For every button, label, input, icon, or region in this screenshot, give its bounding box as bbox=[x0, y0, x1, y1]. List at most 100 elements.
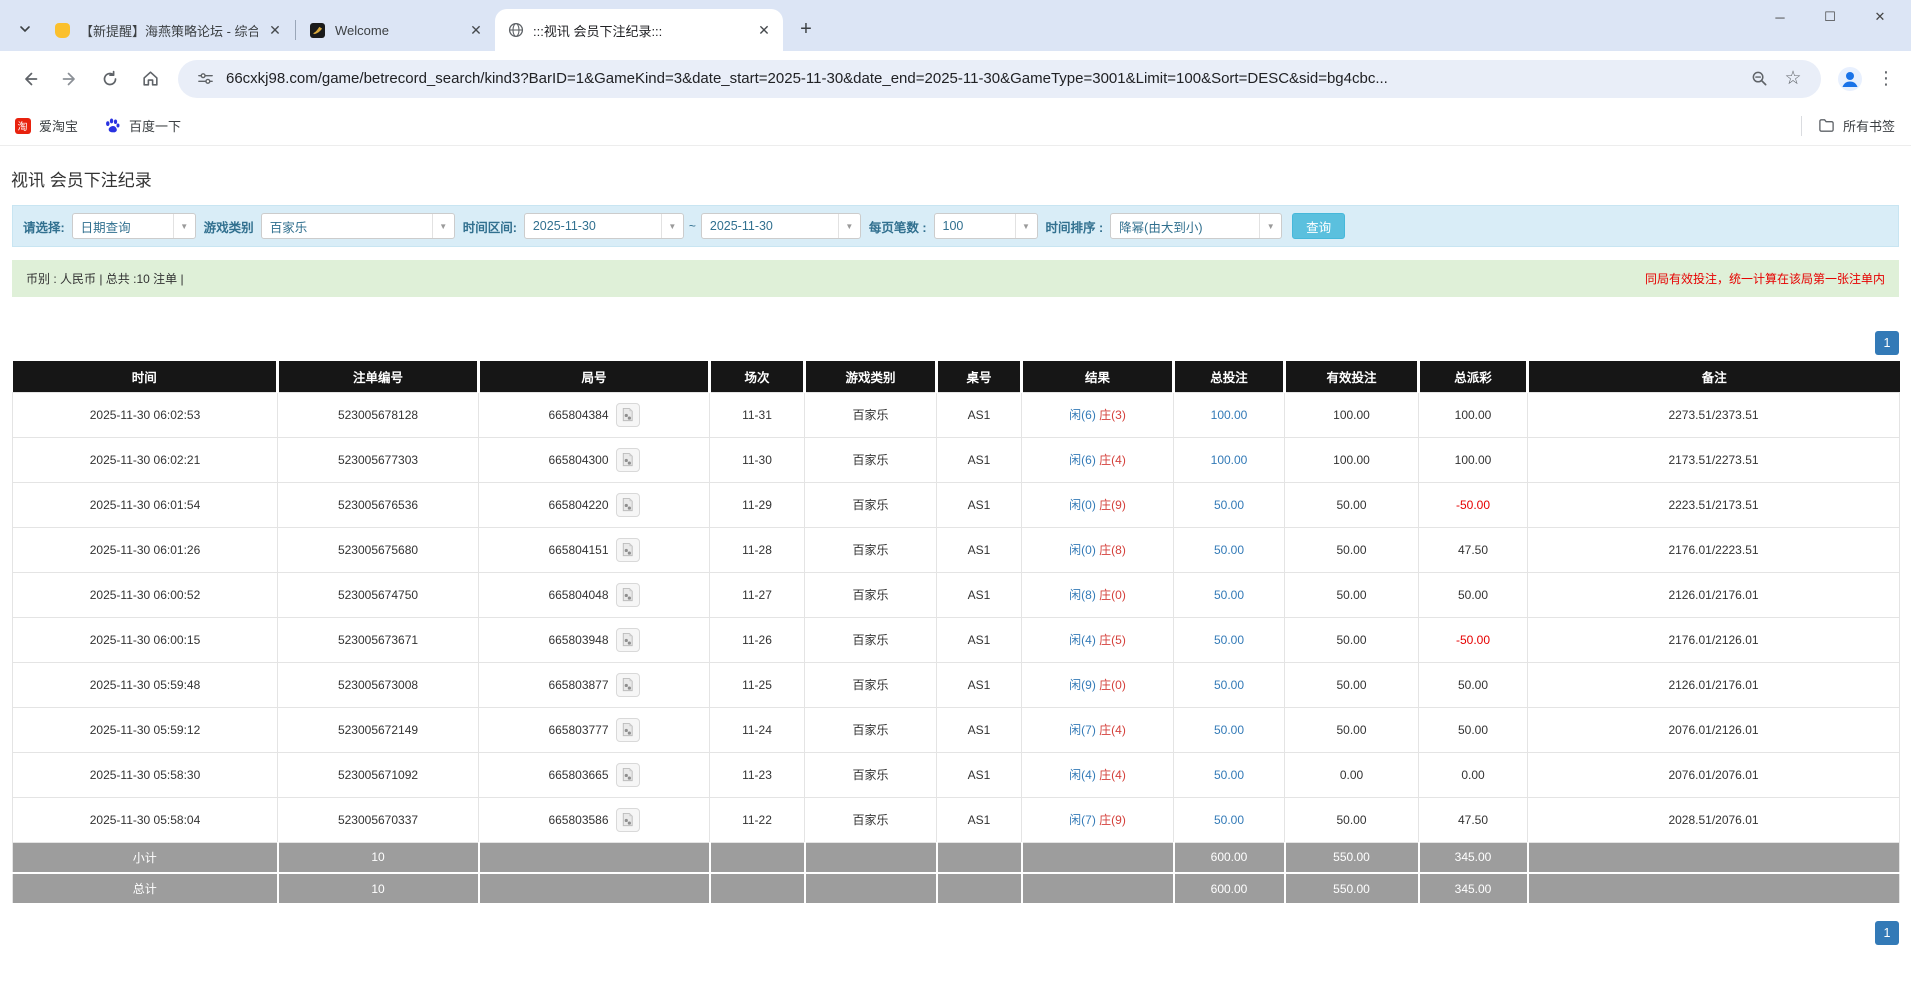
video-replay-button[interactable] bbox=[616, 718, 640, 742]
profile-avatar-icon[interactable] bbox=[1833, 62, 1867, 96]
payout-cell: 0.00 bbox=[1419, 752, 1528, 797]
total-bet-link[interactable]: 50.00 bbox=[1214, 498, 1244, 512]
all-bookmarks-button[interactable]: 所有书签 bbox=[1818, 116, 1895, 135]
bookmark-star-icon[interactable]: ☆ bbox=[1779, 65, 1807, 93]
page-content: 视讯 会员下注纪录 请选择: 日期查询 ▼ 游戏类别 百家乐 ▼ 时间区间: 2… bbox=[0, 166, 1911, 945]
column-header: 结果 bbox=[1022, 361, 1174, 392]
column-header: 时间 bbox=[13, 361, 278, 392]
total-bet-link[interactable]: 50.00 bbox=[1214, 633, 1244, 647]
game-type-cell: 百家乐 bbox=[805, 662, 937, 707]
video-replay-button[interactable] bbox=[616, 673, 640, 697]
page-1-button[interactable]: 1 bbox=[1875, 921, 1899, 945]
table-no-cell: AS1 bbox=[937, 572, 1022, 617]
bet-id-cell: 523005676536 bbox=[278, 482, 479, 527]
zoom-icon[interactable] bbox=[1745, 65, 1773, 93]
table-no-cell: AS1 bbox=[937, 707, 1022, 752]
date-start-select[interactable]: 2025-11-30 ▼ bbox=[524, 213, 684, 239]
video-replay-button[interactable] bbox=[616, 538, 640, 562]
new-tab-button[interactable]: + bbox=[791, 14, 821, 44]
minimize-button[interactable]: ─ bbox=[1755, 0, 1805, 34]
per-page-select[interactable]: 100 ▼ bbox=[934, 213, 1038, 239]
bookmark-taobao[interactable]: 淘 爱淘宝 bbox=[14, 116, 78, 135]
chevron-down-icon: ▼ bbox=[661, 214, 683, 238]
sort-select[interactable]: 降幂(由大到小) ▼ bbox=[1110, 213, 1282, 239]
video-replay-button[interactable] bbox=[616, 583, 640, 607]
round-cell: 665804151 bbox=[479, 527, 710, 572]
tab-search-chevron-icon[interactable] bbox=[8, 12, 42, 46]
session-cell: 11-22 bbox=[710, 797, 805, 842]
video-replay-button[interactable] bbox=[616, 628, 640, 652]
column-header: 备注 bbox=[1528, 361, 1900, 392]
maximize-button[interactable]: ☐ bbox=[1805, 0, 1855, 34]
total-bet-cell: 50.00 bbox=[1174, 707, 1285, 752]
video-replay-button[interactable] bbox=[616, 403, 640, 427]
home-icon[interactable] bbox=[133, 62, 167, 96]
total-bet-link[interactable]: 50.00 bbox=[1214, 543, 1244, 557]
table-no-cell: AS1 bbox=[937, 392, 1022, 437]
time-cell: 2025-11-30 06:02:53 bbox=[13, 392, 278, 437]
result-cell: 闲(0) 庄(8) bbox=[1022, 527, 1174, 572]
reload-icon[interactable] bbox=[93, 62, 127, 96]
pagination-bottom: 1 bbox=[12, 921, 1899, 945]
search-button[interactable]: 查询 bbox=[1292, 213, 1345, 239]
valid-bet-cell: 50.00 bbox=[1285, 572, 1419, 617]
taobao-icon: 淘 bbox=[14, 117, 31, 134]
table-row: 2025-11-30 05:58:04523005670337665803586… bbox=[13, 797, 1900, 842]
site-info-icon[interactable] bbox=[192, 66, 218, 92]
video-replay-button[interactable] bbox=[616, 493, 640, 517]
total-bet-cell: 50.00 bbox=[1174, 797, 1285, 842]
table-row: 2025-11-30 05:59:12523005672149665803777… bbox=[13, 707, 1900, 752]
tab-welcome[interactable]: Welcome ✕ bbox=[297, 9, 495, 51]
forward-icon[interactable] bbox=[53, 62, 87, 96]
valid-bet-cell: 0.00 bbox=[1285, 752, 1419, 797]
total-bet-cell: 50.00 bbox=[1174, 662, 1285, 707]
subtotal-count: 10 bbox=[278, 842, 479, 873]
total-bet-link[interactable]: 100.00 bbox=[1211, 408, 1248, 422]
total-bet-link[interactable]: 50.00 bbox=[1214, 588, 1244, 602]
tab-close-icon[interactable]: ✕ bbox=[266, 21, 284, 39]
total-bet-link[interactable]: 50.00 bbox=[1214, 813, 1244, 827]
total-bet-link[interactable]: 50.00 bbox=[1214, 723, 1244, 737]
tab-close-icon[interactable]: ✕ bbox=[467, 21, 485, 39]
game-type-cell: 百家乐 bbox=[805, 527, 937, 572]
total-bet-link[interactable]: 100.00 bbox=[1211, 453, 1248, 467]
date-end-select[interactable]: 2025-11-30 ▼ bbox=[701, 213, 861, 239]
baidu-paw-icon bbox=[104, 117, 121, 134]
bet-id-cell: 523005674750 bbox=[278, 572, 479, 617]
session-cell: 11-31 bbox=[710, 392, 805, 437]
bet-record-table: 时间注单编号局号场次游戏类别桌号结果总投注有效投注总派彩备注 2025-11-3… bbox=[12, 361, 1900, 905]
payout-cell: 50.00 bbox=[1419, 662, 1528, 707]
tab-close-icon[interactable]: ✕ bbox=[755, 21, 773, 39]
tab-bet-record[interactable]: :::视讯 会员下注纪录::: ✕ bbox=[495, 9, 783, 51]
game-type-select[interactable]: 百家乐 ▼ bbox=[261, 213, 455, 239]
back-icon[interactable] bbox=[13, 62, 47, 96]
tab-forum[interactable]: 【新提醒】海燕策略论坛 - 综合 ✕ bbox=[42, 9, 294, 51]
total-bet-link[interactable]: 50.00 bbox=[1214, 768, 1244, 782]
page-1-button[interactable]: 1 bbox=[1875, 331, 1899, 355]
total-bet-link[interactable]: 50.00 bbox=[1214, 678, 1244, 692]
round-cell: 665803665 bbox=[479, 752, 710, 797]
session-cell: 11-29 bbox=[710, 482, 805, 527]
remark-cell: 2273.51/2373.51 bbox=[1528, 392, 1900, 437]
forum-favicon-icon bbox=[54, 22, 71, 39]
column-header: 注单编号 bbox=[278, 361, 479, 392]
window-close-button[interactable]: ✕ bbox=[1855, 0, 1905, 34]
game-type-value: 百家乐 bbox=[262, 217, 432, 236]
query-type-select[interactable]: 日期查询 ▼ bbox=[72, 213, 196, 239]
video-replay-button[interactable] bbox=[616, 448, 640, 472]
bookmark-baidu[interactable]: 百度一下 bbox=[104, 116, 181, 135]
globe-icon bbox=[507, 22, 524, 39]
video-replay-button[interactable] bbox=[616, 763, 640, 787]
table-row: 2025-11-30 06:02:21523005677303665804300… bbox=[13, 437, 1900, 482]
address-bar[interactable]: 66cxkj98.com/game/betrecord_search/kind3… bbox=[178, 60, 1821, 98]
result-cell: 闲(7) 庄(4) bbox=[1022, 707, 1174, 752]
game-type-cell: 百家乐 bbox=[805, 617, 937, 662]
video-replay-button[interactable] bbox=[616, 808, 640, 832]
column-header: 场次 bbox=[710, 361, 805, 392]
table-no-cell: AS1 bbox=[937, 437, 1022, 482]
result-cell: 闲(6) 庄(3) bbox=[1022, 392, 1174, 437]
browser-menu-icon[interactable]: ⋮ bbox=[1871, 62, 1901, 96]
column-header: 有效投注 bbox=[1285, 361, 1419, 392]
round-cell: 665803948 bbox=[479, 617, 710, 662]
payout-cell: 50.00 bbox=[1419, 707, 1528, 752]
